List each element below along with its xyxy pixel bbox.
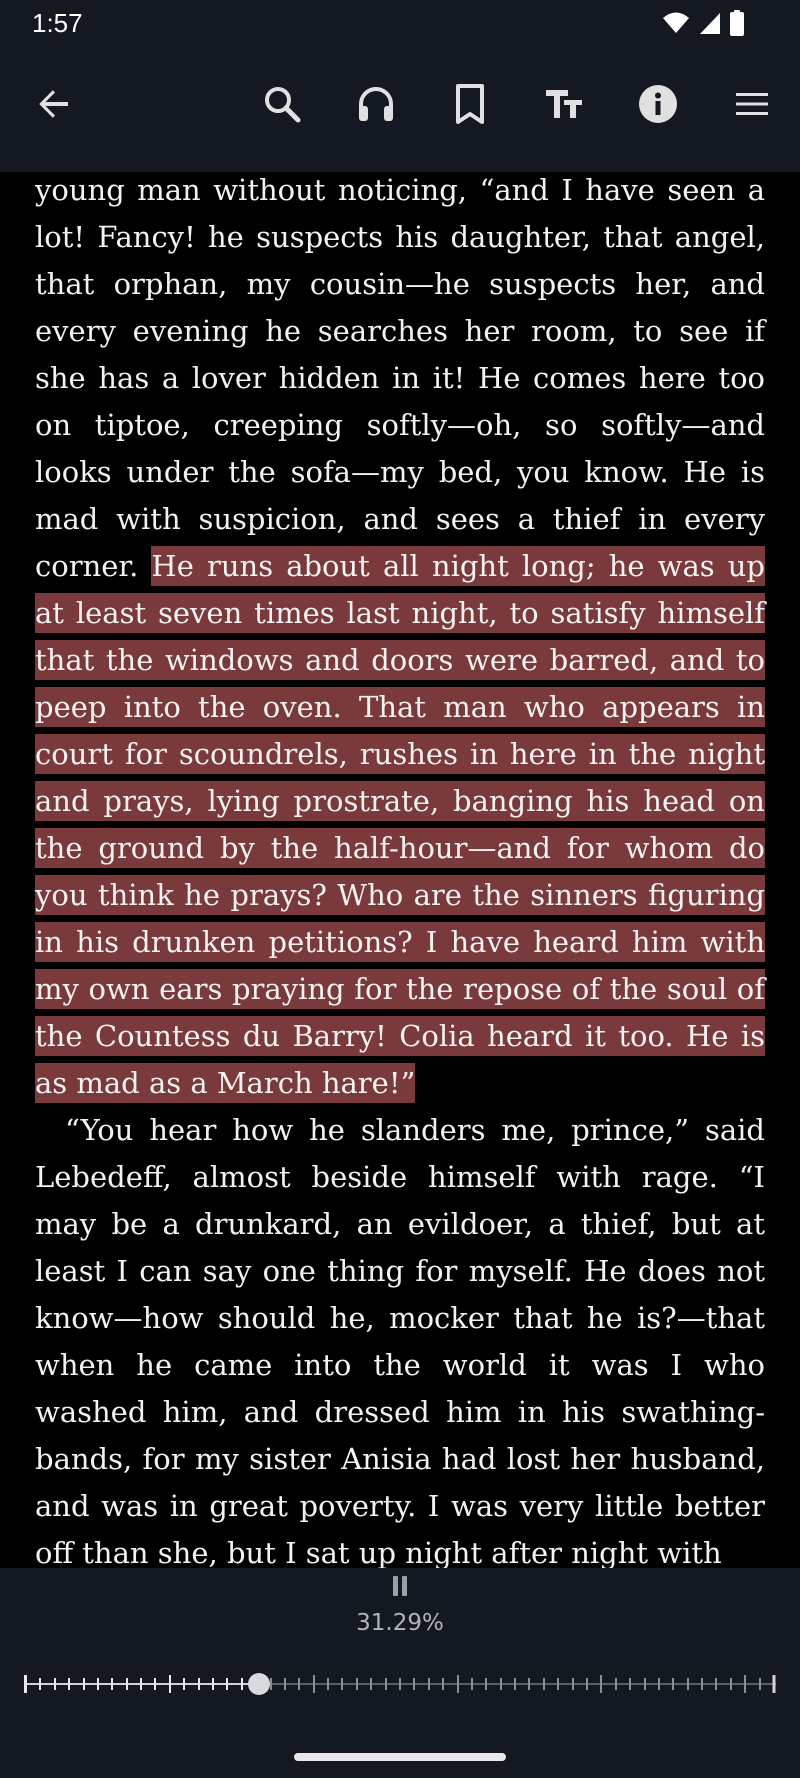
- search-button[interactable]: [252, 76, 312, 136]
- pause-icon[interactable]: [392, 1576, 408, 1598]
- back-button[interactable]: [24, 76, 84, 136]
- reader-page[interactable]: young man without noticing, “and I have …: [0, 172, 800, 1568]
- page-text: young man without noticing, “and I have …: [0, 172, 800, 1568]
- paragraph-text: young man without noticing, “and I have …: [35, 173, 765, 583]
- text-size-button[interactable]: [534, 76, 594, 136]
- text-size-icon: [544, 86, 584, 126]
- progress-percentage: 31.29%: [356, 1610, 444, 1636]
- bookmark-icon: [454, 84, 486, 128]
- info-icon: [638, 84, 678, 128]
- cellular-signal-icon: [698, 11, 722, 39]
- bottom-panel: 31.29%: [0, 1568, 800, 1778]
- back-arrow-icon: [36, 86, 72, 126]
- home-indicator[interactable]: [294, 1753, 506, 1761]
- slider-track[interactable]: [24, 1666, 776, 1702]
- search-icon: [262, 84, 302, 128]
- reader-toolbar: [0, 46, 800, 172]
- status-time: 1:57: [32, 8, 83, 38]
- headphones-icon: [356, 84, 396, 128]
- battery-icon: [730, 10, 744, 40]
- highlighted-passage[interactable]: He runs about all night long; he was up …: [35, 546, 765, 1103]
- paragraph: “You hear how he slanders me, prince,” s…: [35, 1113, 765, 1568]
- status-bar: 1:57: [0, 0, 800, 46]
- wifi-icon: [662, 11, 690, 39]
- status-icons: [662, 10, 744, 40]
- listen-button[interactable]: [346, 76, 406, 136]
- menu-button[interactable]: [722, 76, 782, 136]
- info-button[interactable]: [628, 76, 688, 136]
- menu-icon: [734, 90, 770, 122]
- paragraph: young man without noticing, “and I have …: [35, 172, 765, 1107]
- bookmark-button[interactable]: [440, 76, 500, 136]
- progress-slider[interactable]: [24, 1666, 776, 1702]
- slider-thumb[interactable]: [248, 1673, 270, 1695]
